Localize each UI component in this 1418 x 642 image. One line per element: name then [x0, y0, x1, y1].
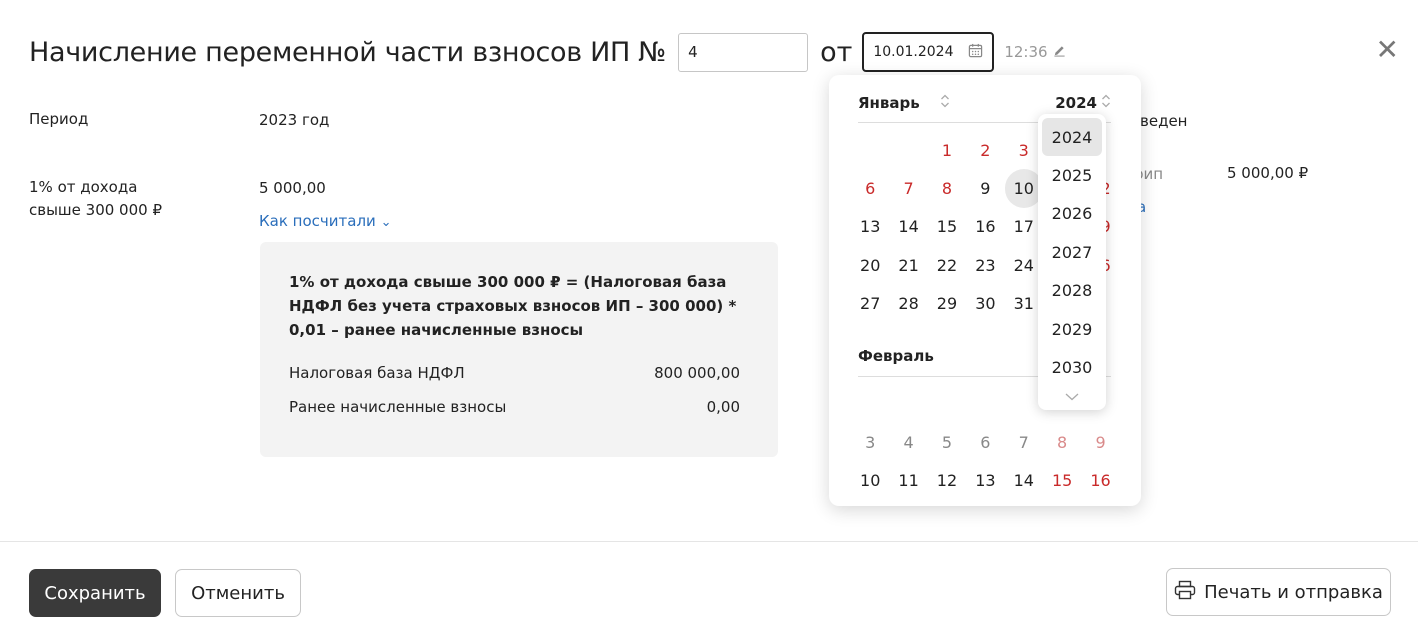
- amount-value: 5 000,00 ₽: [1227, 164, 1309, 182]
- february-label: Февраль: [858, 347, 934, 365]
- month-select[interactable]: Январь: [858, 93, 950, 113]
- pencil-icon[interactable]: [1053, 43, 1066, 61]
- year-label: 2024: [1055, 94, 1097, 112]
- calendar-day[interactable]: 2: [966, 131, 1004, 169]
- calendar-day[interactable]: 9: [966, 169, 1004, 207]
- printer-icon: [1174, 580, 1196, 605]
- calendar-day[interactable]: 16: [966, 208, 1004, 246]
- income-label-line1: 1% от дохода: [29, 178, 138, 196]
- calculation-formula: 1% от дохода свыше 300 000 ₽ = (Налогова…: [289, 273, 737, 339]
- calendar-icon[interactable]: [968, 43, 983, 62]
- how-calculated-link[interactable]: Как посчитали ⌄: [259, 212, 391, 230]
- calc-row-label: Налоговая база НДФЛ: [289, 364, 465, 382]
- year-dropdown: 2024 2025 2026 2027 2028 2029 2030: [1038, 114, 1106, 410]
- calendar-empty-cell: [889, 385, 927, 423]
- period-label: Период: [29, 110, 89, 128]
- calendar-day[interactable]: 30: [966, 285, 1004, 323]
- print-send-button[interactable]: Печать и отправка: [1166, 568, 1391, 616]
- date-prefix-label: от: [820, 36, 853, 68]
- calendar-day[interactable]: 22: [928, 246, 966, 284]
- calendar-day[interactable]: 8: [1043, 423, 1081, 461]
- calendar-day[interactable]: 1: [928, 131, 966, 169]
- calendar-day[interactable]: 20: [851, 246, 889, 284]
- time-value: 12:36: [1004, 43, 1048, 61]
- income-label-line2: свыше 300 000 ₽: [29, 201, 162, 219]
- calendar-day[interactable]: 11: [889, 462, 927, 500]
- year-option[interactable]: 2028: [1042, 272, 1102, 310]
- calendar-day[interactable]: 14: [889, 208, 927, 246]
- calendar-day[interactable]: 7: [889, 169, 927, 207]
- calendar-day[interactable]: 28: [889, 285, 927, 323]
- header-row: Начисление переменной части взносов ИП №…: [29, 30, 1399, 74]
- year-list: 2024 2025 2026 2027 2028 2029 2030: [1038, 118, 1106, 387]
- chevron-down-icon[interactable]: [1038, 389, 1106, 405]
- year-option[interactable]: 2027: [1042, 233, 1102, 271]
- updown-icon: [1101, 93, 1111, 113]
- calendar-empty-cell: [928, 385, 966, 423]
- calendar-day[interactable]: 15: [1043, 462, 1081, 500]
- calendar-day[interactable]: 21: [889, 246, 927, 284]
- document-number-input[interactable]: [678, 32, 809, 72]
- calendar-header: Январь 2024: [858, 93, 1111, 113]
- calc-row-tax-base: Налоговая база НДФЛ 800 000,00: [289, 364, 740, 382]
- calendar-day[interactable]: 3: [851, 423, 889, 461]
- time-display[interactable]: 12:36: [1004, 43, 1065, 61]
- print-send-label: Печать и отправка: [1204, 581, 1383, 603]
- calendar-day[interactable]: 8: [928, 169, 966, 207]
- year-option[interactable]: 2024: [1042, 118, 1102, 157]
- date-value: 10.01.2024: [873, 44, 954, 60]
- save-button[interactable]: Сохранить: [29, 569, 161, 617]
- period-value: 2023 год: [259, 111, 330, 129]
- calc-row-label: Ранее начисленные взносы: [289, 398, 507, 416]
- calendar-day[interactable]: 6: [966, 423, 1004, 461]
- calendar-day[interactable]: 10: [851, 462, 889, 500]
- calendar-day[interactable]: 29: [928, 285, 966, 323]
- status-label: веден: [1140, 112, 1188, 130]
- year-option[interactable]: 2026: [1042, 195, 1102, 233]
- calendar-empty-cell: [889, 131, 927, 169]
- calendar-day[interactable]: 23: [966, 246, 1004, 284]
- how-calculated-label: Как посчитали: [259, 212, 376, 230]
- month-label: Январь: [858, 94, 920, 112]
- date-input[interactable]: 10.01.2024: [862, 32, 995, 72]
- income-value: 5 000,00: [259, 179, 326, 197]
- chevron-down-icon: ⌄: [380, 215, 392, 230]
- close-icon[interactable]: ✕: [1376, 36, 1399, 64]
- calendar-day[interactable]: 14: [1005, 462, 1043, 500]
- calculation-panel: 1% от дохода свыше 300 000 ₽ = (Налогова…: [260, 242, 778, 457]
- calendar-day[interactable]: 7: [1005, 423, 1043, 461]
- calendar-day[interactable]: 12: [928, 462, 966, 500]
- cancel-button[interactable]: Отменить: [175, 569, 301, 617]
- calendar-day[interactable]: 6: [851, 169, 889, 207]
- calendar-day[interactable]: 16: [1081, 462, 1119, 500]
- calendar-day[interactable]: 27: [851, 285, 889, 323]
- calc-row-value: 800 000,00: [654, 364, 740, 382]
- calendar-day[interactable]: 4: [889, 423, 927, 461]
- calendar-empty-cell: [851, 385, 889, 423]
- calendar-day[interactable]: 13: [966, 462, 1004, 500]
- calc-row-value: 0,00: [706, 398, 740, 416]
- year-option[interactable]: 2029: [1042, 310, 1102, 348]
- year-option[interactable]: 2025: [1042, 156, 1102, 194]
- calendar-empty-cell: [966, 385, 1004, 423]
- calendar-day[interactable]: 5: [928, 423, 966, 461]
- calc-row-previous: Ранее начисленные взносы 0,00: [289, 398, 740, 416]
- calendar-empty-cell: [851, 131, 889, 169]
- calendar-day[interactable]: 13: [851, 208, 889, 246]
- year-option[interactable]: 2030: [1042, 348, 1102, 386]
- footer-divider: [0, 541, 1418, 542]
- page-title: Начисление переменной части взносов ИП №: [29, 36, 667, 68]
- updown-icon: [940, 93, 950, 113]
- calendar-day[interactable]: 9: [1081, 423, 1119, 461]
- calendar-day[interactable]: 15: [928, 208, 966, 246]
- year-select[interactable]: 2024: [1055, 93, 1111, 113]
